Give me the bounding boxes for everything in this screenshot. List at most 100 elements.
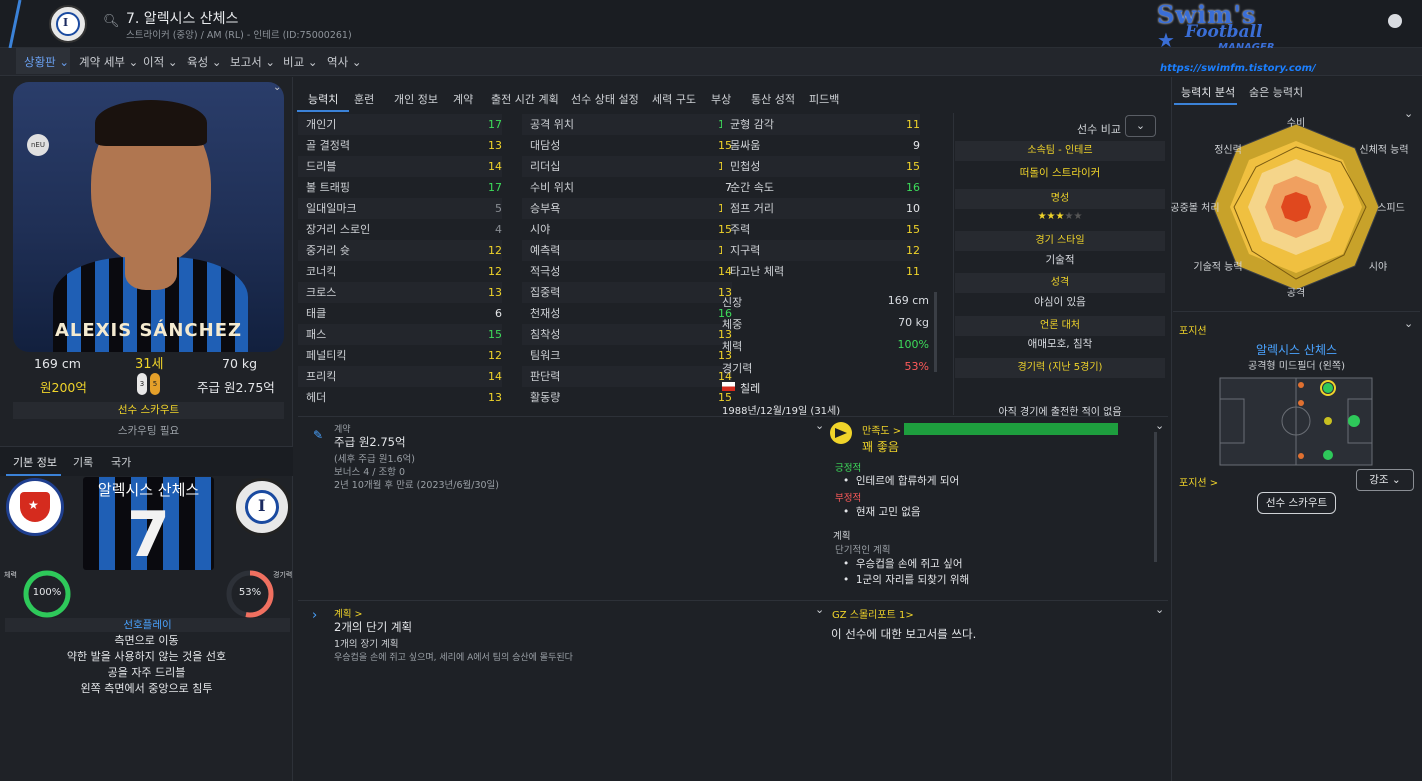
- tab-player-status[interactable]: 선수 상태 설정: [571, 91, 639, 107]
- attribute-row[interactable]: 대담성 15: [522, 135, 732, 156]
- attribute-row[interactable]: 볼 트래핑 17: [298, 177, 502, 198]
- chevron-down-icon[interactable]: ⌄: [1155, 419, 1164, 432]
- chevron-right-icon[interactable]: ›: [312, 608, 317, 623]
- attribute-row[interactable]: 침착성 13: [522, 324, 732, 345]
- attribute-name: 시야: [530, 223, 551, 236]
- tab-injury[interactable]: 부상: [711, 91, 731, 107]
- menu-item-reports[interactable]: 보고서 ⌄: [230, 54, 275, 70]
- attribute-row[interactable]: 페널티킥 12: [298, 345, 502, 366]
- back-stripe[interactable]: [8, 0, 22, 49]
- chevron-down-icon[interactable]: ⌄: [1155, 603, 1164, 616]
- tab-dynamics[interactable]: 세력 구도: [652, 91, 696, 107]
- compare-dropdown[interactable]: ⌄: [1125, 115, 1156, 137]
- divider: [298, 416, 1168, 417]
- attribute-row[interactable]: 수비 위치 7: [522, 177, 732, 198]
- attribute-row[interactable]: 판단력 14: [522, 366, 732, 387]
- attribute-row[interactable]: 팀워크 13: [522, 345, 732, 366]
- tab-training[interactable]: 훈련: [354, 91, 374, 107]
- attribute-value: 12: [488, 349, 502, 362]
- tab-records[interactable]: 기록: [73, 454, 93, 470]
- physical-weight-label: 체중: [722, 318, 743, 331]
- attribute-row[interactable]: 승부욕14: [522, 198, 732, 219]
- attribute-row[interactable]: 중거리 슛 12: [298, 240, 502, 261]
- tab-feedback[interactable]: 피드백: [809, 91, 839, 107]
- scrollbar[interactable]: [934, 292, 937, 372]
- chevron-down-icon[interactable]: ⌄: [1404, 317, 1413, 330]
- menu-item-development[interactable]: 육성 ⌄: [187, 54, 221, 70]
- club-logo-icon[interactable]: I: [49, 5, 87, 43]
- attribute-row[interactable]: 활동량 15: [522, 387, 732, 408]
- menu-item-overview[interactable]: 상황판 ⌄: [24, 54, 69, 70]
- happiness-label[interactable]: 만족도 >: [862, 422, 901, 437]
- menu-item-contract[interactable]: 계약 세부 ⌄: [79, 54, 138, 70]
- attribute-value: 13: [488, 391, 502, 404]
- tab-contract[interactable]: 계약: [453, 91, 473, 107]
- left-foot-icon: 3: [137, 373, 147, 395]
- tab-attribute-analysis[interactable]: 능력치 분석: [1181, 84, 1235, 100]
- attribute-row[interactable]: 헤더 13: [298, 387, 502, 408]
- menu-item-history[interactable]: 역사 ⌄: [327, 54, 361, 70]
- chevron-down-icon[interactable]: ⌄: [273, 82, 281, 93]
- plans-label[interactable]: 계획 >: [334, 606, 362, 620]
- tab-career-stats[interactable]: 통산 성적: [751, 91, 795, 107]
- search-icon[interactable]: 🔍︎: [103, 14, 120, 29]
- happiness-bar: [904, 423, 1118, 435]
- radar-label: 공중볼 처리: [1171, 202, 1220, 214]
- attribute-row[interactable]: 개인기 17: [298, 114, 502, 135]
- attribute-row[interactable]: 리더십12: [522, 156, 732, 177]
- tab-nation[interactable]: 국가: [111, 454, 131, 470]
- attribute-value: 15: [906, 160, 920, 173]
- positive-label: 긍정적: [835, 463, 862, 474]
- attribute-name: 공격 위치: [530, 118, 574, 131]
- attribute-row[interactable]: 크로스 13: [298, 282, 502, 303]
- attribute-row[interactable]: 타고난 체력 11: [722, 261, 920, 282]
- attribute-row[interactable]: 적극성 14: [522, 261, 732, 282]
- attribute-row[interactable]: 예측력13: [522, 240, 732, 261]
- chevron-down-icon[interactable]: ⌄: [815, 419, 824, 432]
- menu-item-compare[interactable]: 비교 ⌄: [283, 54, 317, 70]
- attribute-row[interactable]: 장거리 스로인 4: [298, 219, 502, 240]
- menu-item-transfer[interactable]: 이적 ⌄: [143, 54, 177, 70]
- report-label[interactable]: GZ 스몰리포트 1>: [832, 606, 914, 621]
- info-panel: 선수 비교 ⌄ 소속팀 - 인테르 떠돌이 스트라이커 명성 ★★★★★ 경기 …: [955, 113, 1167, 418]
- attribute-row[interactable]: 점프 거리 10: [722, 198, 920, 219]
- tab-attributes[interactable]: 능력치: [308, 91, 338, 107]
- edit-icon[interactable]: ✎: [313, 428, 323, 442]
- scrollbar[interactable]: [1154, 432, 1157, 562]
- tab-personal-info[interactable]: 개인 정보: [394, 91, 438, 107]
- attribute-row[interactable]: 민첩성 15: [722, 156, 920, 177]
- attribute-row[interactable]: 몸싸움 9: [722, 135, 920, 156]
- attribute-row[interactable]: 골 결정력 13: [298, 135, 502, 156]
- attribute-row[interactable]: 태클 6: [298, 303, 502, 324]
- physical-height-label: 신장: [722, 296, 743, 309]
- attribute-row[interactable]: 드리블 14: [298, 156, 502, 177]
- attribute-row[interactable]: 주력 15: [722, 219, 920, 240]
- tab-playing-time[interactable]: 출전 시간 계획: [491, 91, 559, 107]
- club-crest-icon: I: [233, 478, 291, 536]
- attribute-row[interactable]: 프리킥 14: [298, 366, 502, 387]
- emphasis-dropdown[interactable]: 강조 ⌄: [1356, 469, 1414, 491]
- physical-nation[interactable]: 칠레: [740, 380, 760, 396]
- scout-note: 스카우팅 필요: [117, 425, 180, 437]
- attribute-row[interactable]: 일대일마크 5: [298, 198, 502, 219]
- attribute-name: 천재성: [530, 307, 561, 320]
- attribute-row[interactable]: 패스 15: [298, 324, 502, 345]
- tab-basic-info[interactable]: 기본 정보: [13, 454, 57, 470]
- attribute-row[interactable]: 공격 위치16: [522, 114, 732, 135]
- position-footer[interactable]: 포지션 >: [1179, 474, 1218, 489]
- chevron-down-icon[interactable]: ⌄: [815, 603, 824, 616]
- ball-icon[interactable]: [1388, 14, 1402, 28]
- attribute-row[interactable]: 코너킥 12: [298, 261, 502, 282]
- attribute-row[interactable]: 집중력 13: [522, 282, 732, 303]
- scout-button[interactable]: 선수 스카우트: [1257, 492, 1336, 514]
- attribute-row[interactable]: 지구력 12: [722, 240, 920, 261]
- physical-fitness-label: 체력: [722, 340, 743, 353]
- attribute-name: 활동량: [530, 391, 561, 404]
- attribute-row[interactable]: 균형 감각 11: [722, 114, 920, 135]
- attribute-row[interactable]: 천재성 16: [522, 303, 732, 324]
- attribute-value: 4: [495, 223, 502, 236]
- attribute-row[interactable]: 시야 15: [522, 219, 732, 240]
- attribute-row[interactable]: 순간 속도 16: [722, 177, 920, 198]
- tab-hidden-attributes[interactable]: 숨은 능력치: [1249, 84, 1303, 100]
- scout-header[interactable]: 선수 스카우트: [13, 402, 284, 419]
